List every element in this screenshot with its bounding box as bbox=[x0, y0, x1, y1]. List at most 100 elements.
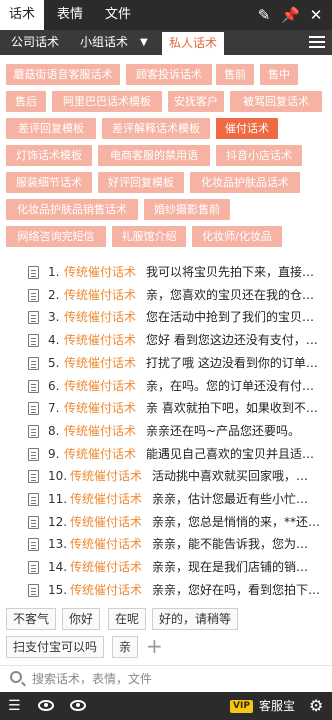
row-number: 6. bbox=[48, 378, 60, 393]
quick-phrase[interactable]: 扫支付宝可以吗 bbox=[6, 636, 105, 658]
script-row[interactable]: 5. 传统催付话术 打扰了哦 这边没看到你的订单… bbox=[0, 351, 332, 375]
category-chip[interactable]: 蘑菇街语音客服话术 bbox=[6, 64, 120, 85]
row-text: 亲亲，您好在吗，看到您拍下… bbox=[152, 582, 321, 597]
row-number: 13. bbox=[48, 537, 68, 552]
document-icon bbox=[28, 538, 39, 552]
script-list: 1. 传统催付话术 我可以将宝贝先拍下来，直接… 2. 传统催付话术 亲，您喜欢的宝贝还在… bbox=[0, 256, 332, 600]
row-number: 7. bbox=[48, 401, 60, 416]
row-category: 传统催付话术 bbox=[70, 492, 143, 506]
category-chip[interactable]: 阿里巴巴话术模板 bbox=[52, 91, 162, 112]
category-chip[interactable]: 婚纱摄影售前 bbox=[144, 199, 230, 220]
script-row[interactable]: 14. 传统催付话术 亲亲，现在是我们店铺的销… bbox=[0, 555, 332, 579]
row-category: 传统催付话术 bbox=[64, 287, 137, 302]
quick-phrase[interactable]: 你好 bbox=[62, 608, 101, 630]
preview-eye-icon[interactable] bbox=[70, 700, 86, 711]
document-icon bbox=[28, 356, 39, 370]
tab-private-scripts[interactable]: 私人话术 bbox=[162, 32, 224, 55]
vip-badge[interactable]: VIP bbox=[230, 700, 253, 713]
row-text: 亲亲，估计您最近有些小忙… bbox=[152, 492, 309, 506]
row-text: 亲亲，能不能告诉我，您为… bbox=[152, 537, 309, 552]
script-row[interactable]: 13. 传统催付话术 亲亲，能不能告诉我，您为… bbox=[0, 532, 332, 556]
category-chip[interactable]: 差评解释话术模板 bbox=[102, 118, 210, 139]
title-bar: 话术 表情 文件 ✎ 📌 ✕ bbox=[0, 0, 332, 30]
list-icon[interactable]: ☰ bbox=[8, 697, 21, 715]
document-icon bbox=[28, 447, 39, 461]
row-text: 亲 喜欢就拍下吧，如果收到不… bbox=[146, 401, 318, 416]
row-category: 传统催付话术 bbox=[64, 265, 137, 279]
quick-phrase[interactable]: 不客气 bbox=[6, 608, 57, 630]
script-row[interactable]: 7. 传统催付话术亲 喜欢就拍下吧，如果收到不… bbox=[0, 396, 332, 420]
script-row[interactable]: 11. 传统催付话术 亲亲，估计您最近有些小忙… bbox=[0, 487, 332, 511]
row-text: 您好 看到您这边还没有支付，… bbox=[146, 333, 318, 348]
row-category: 传统催付话术 bbox=[64, 378, 137, 393]
add-phrase-button[interactable]: + bbox=[146, 635, 163, 657]
category-chip[interactable]: 礼服馆介绍 bbox=[112, 226, 186, 247]
row-number: 3. bbox=[48, 310, 60, 325]
brand-label[interactable]: 客服宝 bbox=[259, 692, 295, 720]
category-chip[interactable]: 灯饰话术模板 bbox=[6, 145, 92, 166]
row-category: 传统催付话术 bbox=[64, 423, 137, 438]
tab-company-scripts[interactable]: 公司话术 bbox=[4, 30, 66, 55]
script-row[interactable]: 1. 传统催付话术 我可以将宝贝先拍下来，直接… bbox=[0, 260, 332, 284]
edit-icon[interactable]: ✎ bbox=[255, 6, 273, 24]
pin-icon[interactable]: 📌 bbox=[281, 6, 300, 24]
script-row[interactable]: 6. 传统催付话术 亲，在吗。您的订单还没有付… bbox=[0, 374, 332, 398]
category-chip[interactable]: 化妆品护肤品销售话术 bbox=[6, 199, 138, 220]
row-text: 打扰了哦 这边没看到你的订单… bbox=[146, 355, 318, 370]
category-chip[interactable]: 化妆品护肤品话术 bbox=[190, 172, 300, 193]
category-chip[interactable]: 顾客投诉话术 bbox=[126, 64, 212, 85]
script-row[interactable]: 8. 传统催付话术 亲亲还在吗~产品您还要吗。 bbox=[0, 419, 332, 443]
search-bar bbox=[0, 665, 332, 691]
category-chip[interactable]: 售后 bbox=[6, 91, 46, 112]
tab-huashu[interactable]: 话术 bbox=[0, 0, 44, 30]
script-row[interactable]: 2. 传统催付话术 亲，您喜欢的宝贝还在我的仓… bbox=[0, 283, 332, 307]
script-row[interactable]: 9. 传统催付话术 能遇见自己喜欢的宝贝并且适… bbox=[0, 442, 332, 466]
quick-phrase[interactable]: 好的，请稍等 bbox=[152, 608, 239, 630]
row-number: 11. bbox=[48, 492, 68, 506]
row-category: 传统催付话术 bbox=[70, 469, 143, 484]
category-chip[interactable]: 被骂回复话术 bbox=[230, 91, 322, 112]
search-input[interactable] bbox=[32, 669, 322, 689]
tab-group-scripts[interactable]: 小组话术 bbox=[72, 30, 136, 55]
row-number: 14. bbox=[48, 560, 68, 575]
script-row[interactable]: 15. 传统催付话术 亲亲，您好在吗，看到您拍下… bbox=[0, 578, 332, 600]
close-icon[interactable]: ✕ bbox=[307, 6, 325, 24]
category-chip[interactable]: 服装细节话术 bbox=[6, 172, 92, 193]
document-icon bbox=[28, 561, 39, 575]
category-chip[interactable]: 电商客服的禁用语 bbox=[98, 145, 210, 166]
script-row[interactable]: 12. 传统催付话术 亲亲，您总是悄悄的来，**还… bbox=[0, 510, 332, 534]
row-category: 传统催付话术 bbox=[64, 401, 137, 416]
row-category: 传统催付话术 bbox=[64, 355, 137, 370]
document-icon bbox=[28, 515, 39, 529]
chevron-down-icon[interactable]: ▼ bbox=[140, 30, 148, 55]
script-row[interactable]: 10. 传统催付话术 活动挑中喜欢就买回家哦，… bbox=[0, 464, 332, 488]
category-chip[interactable]: 售中 bbox=[260, 64, 298, 85]
category-chip[interactable]: 网络咨询完短信 bbox=[6, 226, 106, 247]
menu-icon[interactable] bbox=[308, 33, 326, 51]
quick-phrase[interactable]: 亲 bbox=[112, 636, 139, 658]
quick-phrases: 不客气 你好 在呢 好的，请稍等 扫支付宝可以吗 亲 + bbox=[0, 606, 332, 658]
row-category: 传统催付话术 bbox=[70, 514, 143, 529]
eye-icon[interactable] bbox=[38, 700, 54, 711]
row-text: 活动挑中喜欢就买回家哦，… bbox=[152, 469, 309, 484]
script-row[interactable]: 3. 传统催付话术 您在活动中抢到了我们的宝贝… bbox=[0, 305, 332, 329]
row-number: 2. bbox=[48, 287, 60, 302]
tab-wenjian[interactable]: 文件 bbox=[96, 0, 140, 30]
row-number: 8. bbox=[48, 423, 60, 438]
script-row[interactable]: 4. 传统催付话术 您好 看到您这边还没有支付，… bbox=[0, 328, 332, 352]
category-chip[interactable]: 化妆师/化妆品 bbox=[192, 226, 282, 247]
category-chip[interactable]: 好评回复模板 bbox=[98, 172, 184, 193]
category-chip[interactable]: 售前 bbox=[216, 64, 254, 85]
row-text: 亲亲，您总是悄悄的来，**还… bbox=[152, 514, 321, 529]
category-chip[interactable]: 抖音小店话术 bbox=[216, 145, 302, 166]
category-chip-selected[interactable]: 催付话术 bbox=[216, 118, 278, 139]
row-number: 5. bbox=[48, 355, 60, 370]
row-category: 传统催付话术 bbox=[64, 310, 137, 325]
row-text: 我可以将宝贝先拍下来，直接… bbox=[146, 265, 315, 279]
category-chip[interactable]: 安抚客户 bbox=[168, 91, 224, 112]
quick-phrase[interactable]: 在呢 bbox=[108, 608, 147, 630]
category-chip[interactable]: 差评回复模板 bbox=[6, 118, 96, 139]
gear-icon[interactable]: ⚙ bbox=[309, 697, 323, 715]
tab-biaoqing[interactable]: 表情 bbox=[48, 0, 92, 30]
search-icon bbox=[10, 671, 22, 683]
